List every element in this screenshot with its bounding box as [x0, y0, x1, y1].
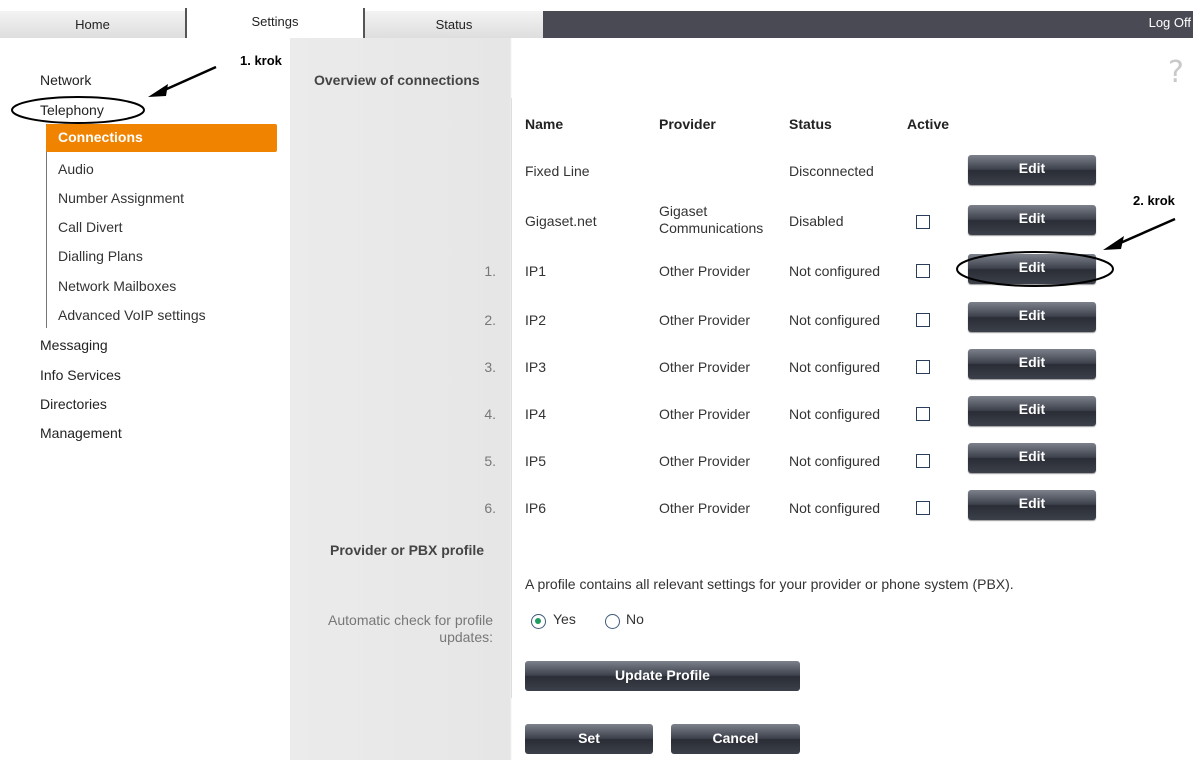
- arrow-step2-line: [1117, 217, 1176, 246]
- ellipse-edit-ip1: [956, 251, 1114, 287]
- ellipse-telephony: [11, 96, 145, 124]
- arrow-step2-head: [1103, 236, 1124, 250]
- arrow-step1-head: [148, 84, 168, 97]
- annotation-overlay: [11, 65, 1176, 287]
- arrow-step1-line: [159, 65, 217, 94]
